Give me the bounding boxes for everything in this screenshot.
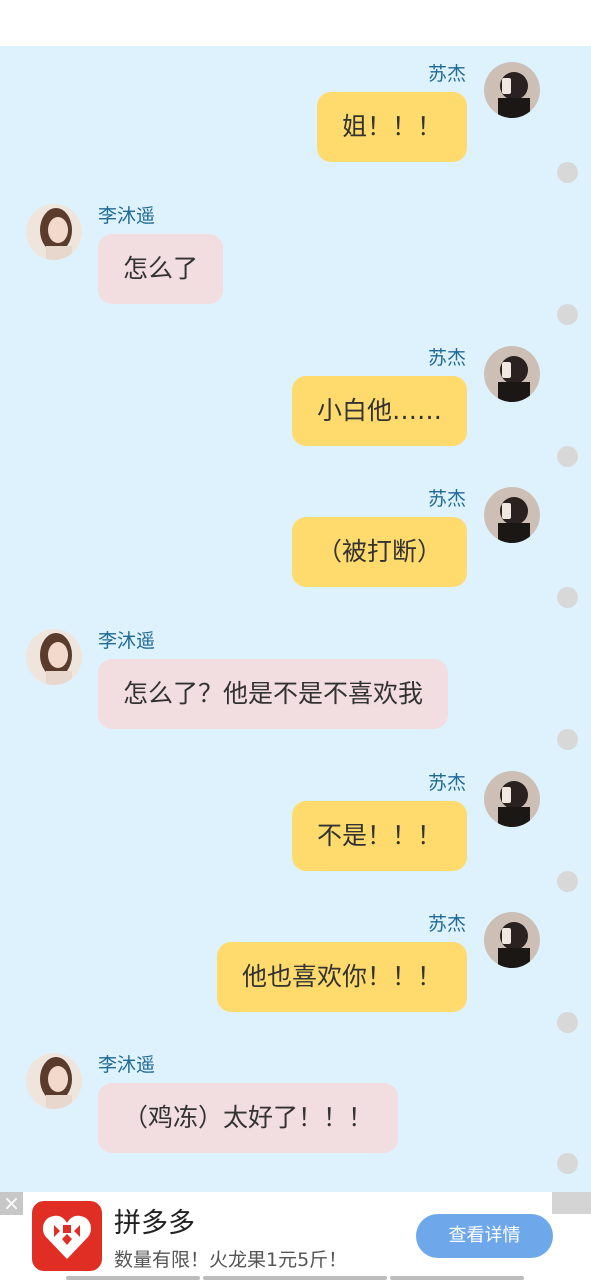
female-avatar[interactable] — [26, 629, 82, 685]
male-avatar[interactable] — [484, 771, 540, 827]
message-row: 李沐遥 （鸡冻）太好了！！！ — [0, 1053, 591, 1174]
status-dot — [557, 162, 578, 183]
message-bubble[interactable]: 怎么了？他是不是不喜欢我 — [98, 659, 449, 729]
female-avatar[interactable] — [26, 204, 82, 260]
status-dot — [557, 1012, 578, 1033]
status-dot — [557, 587, 578, 608]
message-row: 苏杰 小白他…… — [0, 346, 591, 467]
male-avatar[interactable] — [484, 487, 540, 543]
sender-name: 苏杰 — [427, 347, 466, 369]
sender-name: 苏杰 — [427, 488, 466, 510]
pinduoduo-logo-icon[interactable] — [32, 1201, 102, 1271]
sender-name: 李沐遥 — [98, 630, 156, 652]
sender-name: 苏杰 — [427, 913, 466, 935]
ad-tagline: 数量有限！火龙果1元5斤！ — [114, 1249, 348, 1271]
message-bubble[interactable]: 不是！！！ — [291, 801, 467, 871]
female-avatar[interactable] — [26, 1053, 82, 1109]
message-row: 苏杰 不是！！！ — [0, 771, 591, 892]
view-details-button[interactable]: 查看详情 — [416, 1214, 553, 1258]
sender-name: 苏杰 — [427, 63, 466, 85]
message-bubble[interactable]: （被打断） — [291, 517, 467, 587]
male-avatar[interactable] — [484, 912, 540, 968]
top-bar — [0, 0, 591, 46]
message-row: 苏杰 他也喜欢你！！！ — [0, 912, 591, 1033]
message-row: 苏杰 （被打断） — [0, 487, 591, 608]
ad-banner[interactable]: × 拼多多 数量有限！火龙果1元5斤！ 查看详情 — [0, 1192, 591, 1280]
chat-area[interactable]: 苏杰 姐！！！ 李沐遥 怎么了 苏杰 小白他…… 苏杰 （被打断） 李沐遥 怎么… — [0, 46, 591, 1192]
status-dot — [557, 446, 578, 467]
sender-name: 苏杰 — [427, 772, 466, 794]
ad-progress-track — [0, 1276, 591, 1280]
message-row: 李沐遥 怎么了？他是不是不喜欢我 — [0, 629, 591, 750]
message-row: 苏杰 姐！！！ — [0, 62, 591, 183]
message-bubble[interactable]: 怎么了 — [98, 234, 224, 304]
ad-corner-tab — [552, 1192, 591, 1214]
message-bubble[interactable]: 姐！！！ — [316, 92, 467, 162]
sender-name: 李沐遥 — [98, 205, 156, 227]
sender-name: 李沐遥 — [98, 1054, 156, 1076]
message-row: 李沐遥 怎么了 — [0, 204, 591, 325]
status-dot — [557, 304, 578, 325]
ad-app-name: 拼多多 — [114, 1208, 195, 1239]
status-dot — [557, 729, 578, 750]
message-bubble[interactable]: 小白他…… — [291, 376, 467, 446]
status-dot — [557, 871, 578, 892]
male-avatar[interactable] — [484, 62, 540, 118]
message-bubble[interactable]: （鸡冻）太好了！！！ — [98, 1083, 399, 1153]
male-avatar[interactable] — [484, 346, 540, 402]
message-bubble[interactable]: 他也喜欢你！！！ — [216, 942, 467, 1012]
status-dot — [557, 1153, 578, 1174]
close-icon[interactable]: × — [0, 1192, 23, 1215]
